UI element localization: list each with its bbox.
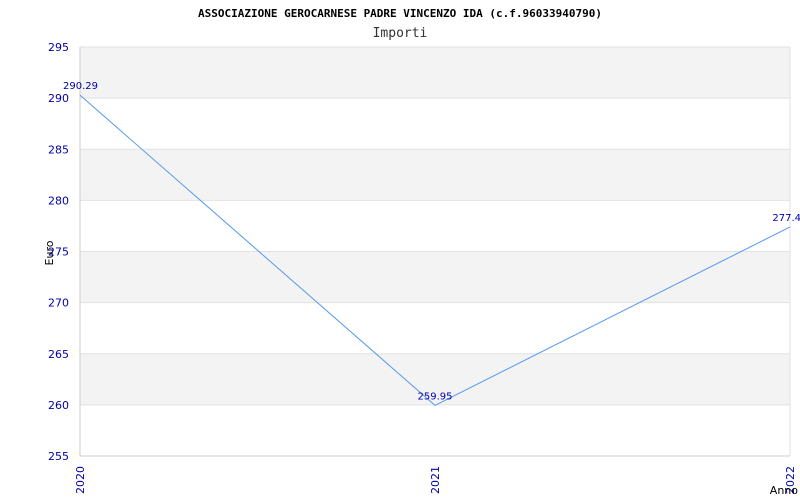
chart-container: 255 260 265 270 275 280 285 290 295 2020 2021 2022… bbox=[0, 0, 800, 500]
y-tick-label: 285 bbox=[48, 143, 69, 156]
data-label: 259.95 bbox=[418, 391, 453, 402]
plot-band bbox=[80, 149, 790, 201]
data-label: 277.4 bbox=[772, 213, 800, 224]
plot-band bbox=[80, 47, 790, 99]
y-tick-label: 280 bbox=[48, 194, 69, 207]
y-tick-label: 295 bbox=[48, 41, 69, 54]
x-axis-label: Anno bbox=[770, 484, 798, 497]
data-label: 290.29 bbox=[63, 81, 98, 92]
x-tick-label: 2021 bbox=[429, 466, 442, 494]
chart-title: ASSOCIAZIONE GEROCARNESE PADRE VINCENZO … bbox=[198, 7, 602, 20]
y-tick-label: 290 bbox=[48, 92, 69, 105]
y-tick-label: 265 bbox=[48, 348, 69, 361]
plot-band bbox=[80, 251, 790, 303]
y-tick-label: 270 bbox=[48, 297, 69, 310]
chart-subtitle: Importi bbox=[373, 26, 428, 41]
line-chart: 255260265270275280285290295 2020 2021 2022… bbox=[43, 7, 800, 497]
y-axis-label: Euro bbox=[43, 240, 56, 265]
x-tick-label: 2020 bbox=[74, 466, 87, 494]
y-tick-label: 255 bbox=[48, 450, 69, 463]
x-tick-labels: 2020 2021 2022 bbox=[74, 466, 797, 494]
y-tick-label: 260 bbox=[48, 399, 69, 412]
plot-bands bbox=[80, 47, 790, 405]
